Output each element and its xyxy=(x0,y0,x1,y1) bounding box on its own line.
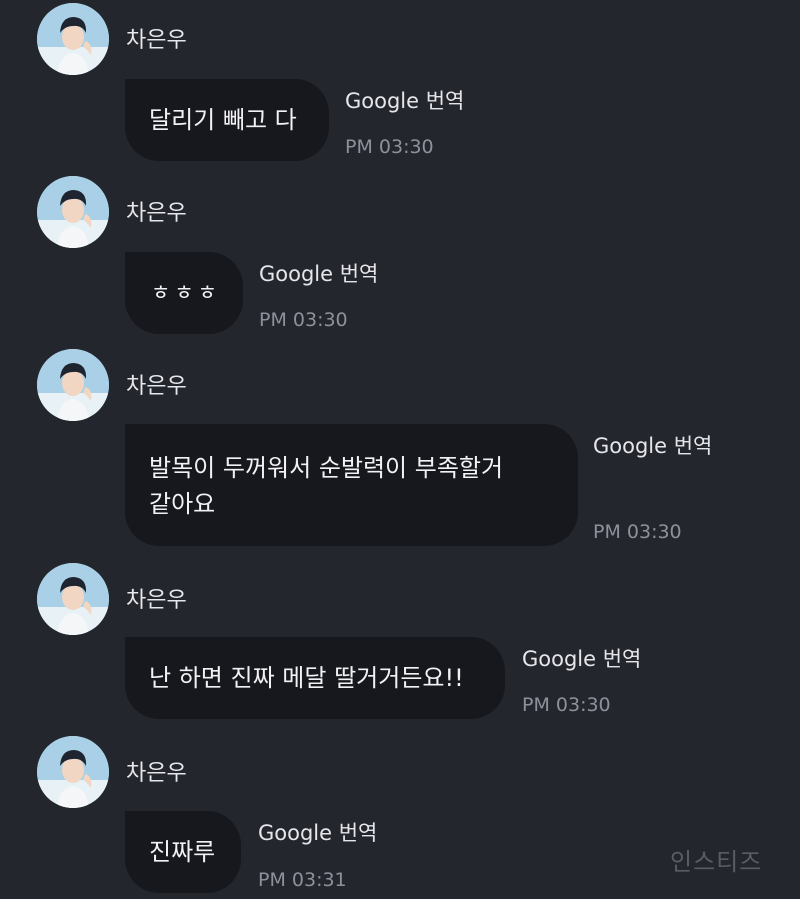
avatar-photo-icon xyxy=(37,736,109,808)
google-translate-link[interactable]: Google 번역 xyxy=(522,646,641,672)
avatar[interactable] xyxy=(37,176,109,248)
google-translate-link[interactable]: Google 번역 xyxy=(258,820,377,846)
sender-name: 차은우 xyxy=(126,588,187,613)
message-bubble[interactable]: 진짜루 xyxy=(125,811,241,893)
avatar[interactable] xyxy=(37,3,109,75)
message-text: 발목이 두꺼워서 순발력이 부족할거 같아요 xyxy=(149,424,503,546)
avatar-photo-icon xyxy=(37,176,109,248)
message-text: 달리기 빼고 다 xyxy=(149,106,297,134)
avatar-photo-icon xyxy=(37,349,109,421)
message-text-line-1: 발목이 두꺼워서 순발력이 부족할거 xyxy=(149,454,504,482)
message-time: PM 03:30 xyxy=(522,694,611,716)
message-text: ㅎㅎㅎ xyxy=(151,281,221,305)
google-translate-link[interactable]: Google 번역 xyxy=(259,261,378,287)
sender-name: 차은우 xyxy=(126,201,187,226)
avatar-photo-icon xyxy=(37,3,109,75)
message-text: 난 하면 진짜 메달 딸거거든요!! xyxy=(149,664,464,692)
message-time: PM 03:30 xyxy=(593,521,682,543)
sender-name: 차은우 xyxy=(126,374,187,399)
message-text-line-2: 같아요 xyxy=(149,490,216,518)
avatar[interactable] xyxy=(37,563,109,635)
sender-name: 차은우 xyxy=(126,761,187,786)
message-text: 진짜루 xyxy=(149,838,216,866)
avatar-photo-icon xyxy=(37,563,109,635)
google-translate-link[interactable]: Google 번역 xyxy=(345,88,464,114)
message-bubble[interactable]: 달리기 빼고 다 xyxy=(125,79,329,161)
avatar[interactable] xyxy=(37,736,109,808)
sender-name: 차은우 xyxy=(126,28,187,53)
avatar[interactable] xyxy=(37,349,109,421)
watermark: 인스티즈 xyxy=(670,848,763,876)
message-time: PM 03:30 xyxy=(259,309,348,331)
message-bubble[interactable]: ㅎㅎㅎ xyxy=(125,252,243,334)
message-bubble[interactable]: 난 하면 진짜 메달 딸거거든요!! xyxy=(125,637,505,719)
message-time: PM 03:30 xyxy=(345,136,434,158)
chat-transcript: 차은우 달리기 빼고 다 Google 번역 PM 03:30 차은우 ㅎㅎㅎ … xyxy=(0,0,800,899)
message-bubble[interactable]: 발목이 두꺼워서 순발력이 부족할거 같아요 xyxy=(125,424,578,546)
message-time: PM 03:31 xyxy=(258,869,347,891)
google-translate-link[interactable]: Google 번역 xyxy=(593,433,712,459)
